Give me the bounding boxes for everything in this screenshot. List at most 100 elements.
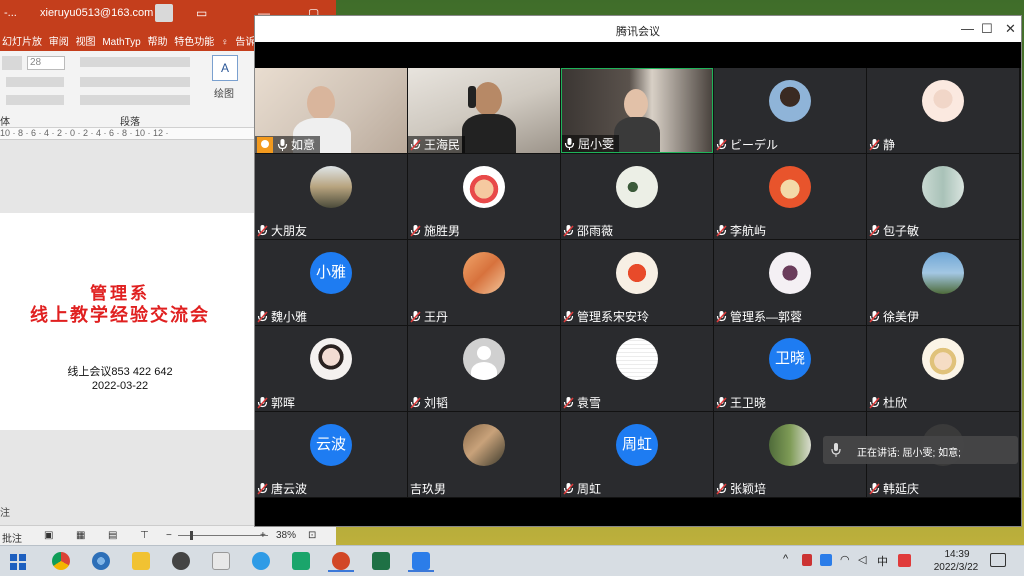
slide[interactable]: 管理系 线上教学经验交流会 线上会议853 422 642 2022-03-22 — [0, 213, 255, 430]
participant-tile[interactable]: 郭晖 — [255, 326, 407, 411]
list-buttons[interactable] — [80, 57, 190, 67]
zoom-slider-thumb[interactable] — [190, 531, 193, 540]
align-buttons[interactable] — [80, 95, 190, 105]
participant-nameplate: 屈小雯 — [562, 135, 620, 152]
participant-name: 管理系宋安玲 — [577, 310, 650, 324]
headset-icon — [468, 86, 476, 108]
participant-tile[interactable]: 袁雪 — [561, 326, 713, 411]
excel-taskbar-button[interactable] — [368, 550, 394, 572]
tab-help[interactable]: 帮助 — [145, 29, 169, 48]
font-format-buttons[interactable] — [6, 77, 64, 87]
tab-mathtype[interactable]: MathTyp — [100, 33, 142, 48]
windows-start-icon[interactable] — [10, 554, 26, 570]
participant-tile[interactable]: 王海民 — [408, 68, 560, 153]
participant-nameplate: 杜欣 — [867, 394, 912, 411]
minimize-icon[interactable]: — — [961, 21, 974, 36]
close-icon[interactable]: ✕ — [1005, 21, 1016, 37]
tray-meeting-icon[interactable] — [820, 554, 832, 566]
participant-tile[interactable]: 杜欣 — [867, 326, 1019, 411]
participant-avatar — [616, 338, 658, 380]
participant-nameplate: 包子敏 — [867, 222, 924, 239]
account-avatar[interactable] — [155, 4, 173, 22]
normal-view-icon[interactable]: ▣ — [44, 530, 53, 541]
indent-buttons[interactable] — [80, 77, 190, 87]
fit-slide-icon[interactable]: ⊡ — [308, 530, 316, 541]
clock-time[interactable]: 14:39 — [932, 549, 982, 560]
participant-tile[interactable]: 李航屿 — [714, 154, 866, 239]
font-effect-buttons[interactable] — [6, 95, 64, 105]
participant-name: 屈小雯 — [578, 137, 615, 151]
excel-icon — [372, 552, 390, 570]
tray-app-icon[interactable] — [802, 554, 812, 566]
font-name-box[interactable] — [2, 56, 22, 70]
tab-view[interactable]: 视图 — [74, 29, 98, 48]
participant-tile[interactable]: 吉玖男 — [408, 412, 560, 497]
slideshow-icon[interactable]: ⊤ — [140, 530, 149, 541]
participant-tile[interactable]: 如意 — [255, 68, 407, 153]
meeting-titlebar: 腾讯会议 — ☐ ✕ — [255, 16, 1021, 42]
shapes-icon: A — [220, 61, 229, 75]
participant-tile[interactable]: 卫晓 王卫晓 — [714, 326, 866, 411]
chrome-taskbar-button[interactable] — [48, 550, 74, 572]
participant-tile-speaking[interactable]: 屈小雯 — [561, 68, 713, 153]
app-teal-taskbar-button[interactable] — [288, 550, 314, 572]
mic-muted-icon — [257, 396, 268, 409]
participant-tile[interactable]: 小雅 魏小雅 — [255, 240, 407, 325]
participant-tile[interactable]: 王丹 — [408, 240, 560, 325]
reading-view-icon[interactable]: ▤ — [108, 530, 117, 541]
participant-video-body — [462, 114, 516, 153]
clock-date[interactable]: 2022/3/22 — [926, 562, 986, 573]
participant-avatar-initials: 小雅 — [310, 252, 352, 294]
participant-tile[interactable]: 管理系宋安玲 — [561, 240, 713, 325]
participant-tile[interactable]: 周虹 周虹 — [561, 412, 713, 497]
folder-icon — [132, 552, 150, 570]
input-method-indicator[interactable]: 中 — [877, 553, 888, 569]
zoom-level[interactable]: 38% — [276, 530, 296, 541]
participant-nameplate: 如意 — [255, 136, 321, 153]
browser-taskbar-button[interactable] — [88, 550, 114, 572]
participant-name: 吉玖男 — [410, 482, 447, 496]
participant-tile[interactable]: 刘韬 — [408, 326, 560, 411]
lightbulb-icon[interactable]: ♀ — [219, 33, 231, 48]
sogou-ime-icon[interactable] — [898, 554, 911, 567]
participant-tile[interactable]: 徐美伊 — [867, 240, 1019, 325]
sorter-view-icon[interactable]: ▦ — [76, 530, 85, 541]
ribbon-display-icon[interactable]: ▭ — [196, 6, 207, 20]
mic-muted-icon — [257, 482, 268, 495]
mic-icon — [831, 443, 841, 457]
powerpoint-taskbar-button[interactable] — [328, 550, 354, 572]
participant-tile[interactable]: 云波 唐云波 — [255, 412, 407, 497]
speaking-text: 正在讲话: 屈小雯; 如意; — [857, 448, 961, 459]
wifi-icon[interactable]: ◠ — [840, 553, 850, 566]
account-email[interactable]: xieruyu0513@163.com — [40, 7, 153, 19]
participant-name: 刘韬 — [424, 396, 449, 410]
tab-slideshow[interactable]: 幻灯片放 — [0, 29, 44, 48]
powerpoint-icon — [332, 552, 350, 570]
file-explorer-taskbar-button[interactable] — [128, 550, 154, 572]
chevron-up-icon[interactable]: ^ — [783, 553, 788, 565]
participant-tile[interactable]: 施胜男 — [408, 154, 560, 239]
maximize-icon[interactable]: ☐ — [981, 21, 993, 37]
notification-icon[interactable] — [990, 553, 1006, 567]
media-taskbar-button[interactable] — [168, 550, 194, 572]
participant-tile[interactable]: 邵雨薇 — [561, 154, 713, 239]
drawing-button[interactable]: A — [212, 55, 238, 81]
volume-icon[interactable]: ◁ — [858, 553, 866, 566]
tab-review[interactable]: 审阅 — [47, 29, 71, 48]
tencent-meeting-taskbar-button[interactable] — [408, 550, 434, 572]
notes-label[interactable]: 注 — [0, 504, 10, 519]
mic-muted-icon — [410, 138, 421, 151]
comments-button[interactable]: 批注 — [2, 530, 22, 545]
zoom-out-icon[interactable]: − — [166, 530, 172, 541]
participant-tile[interactable]: 管理系—郭蓉 — [714, 240, 866, 325]
participant-tile[interactable]: ビーデル — [714, 68, 866, 153]
sketch-taskbar-button[interactable] — [208, 550, 234, 572]
app-blue-taskbar-button[interactable] — [248, 550, 274, 572]
zoom-in-icon[interactable]: + — [260, 530, 266, 541]
participant-tile[interactable]: 大朋友 — [255, 154, 407, 239]
slide-canvas: 管理系 线上教学经验交流会 线上会议853 422 642 2022-03-22… — [0, 140, 255, 525]
font-size-box[interactable]: 28 — [27, 56, 65, 70]
participant-tile[interactable]: 包子敏 — [867, 154, 1019, 239]
tab-special[interactable]: 特色功能 — [172, 29, 216, 48]
participant-tile[interactable]: 静 — [867, 68, 1019, 153]
